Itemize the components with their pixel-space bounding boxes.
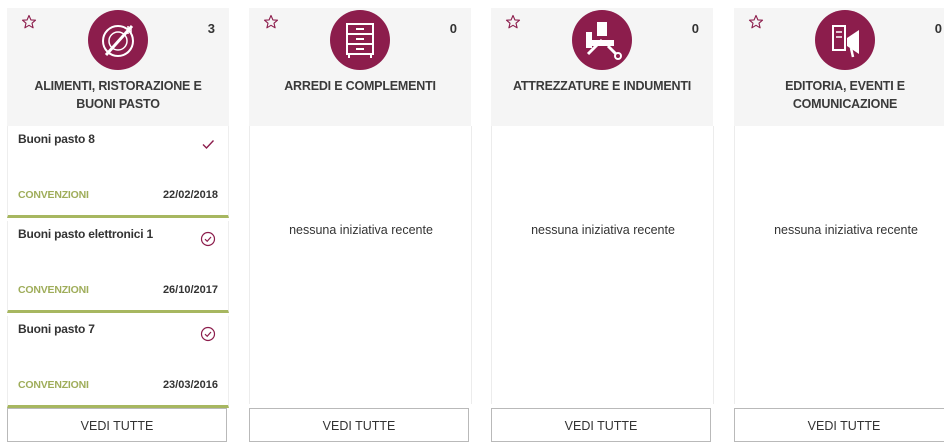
item-date: 26/10/2017: [162, 284, 218, 296]
view-all-button[interactable]: VEDI TUTTE: [491, 408, 711, 442]
initiative-list: Buoni pasto 8 CONVENZIONI 22/02/2018 Buo…: [7, 126, 229, 411]
item-date: 23/03/2016: [162, 379, 218, 391]
list-item[interactable]: Buoni pasto elettronici 1 CONVENZIONI 26…: [7, 221, 229, 313]
category-title: ATTREZZATURE E INDUMENTI: [512, 79, 692, 93]
category-card-editoria: 0 EDITORIA, EVENTI E COMUNICAZIONE nessu…: [734, 8, 944, 442]
cabinet-icon: [330, 10, 390, 70]
item-title[interactable]: Buoni pasto 7: [18, 322, 95, 336]
initiative-count: 0: [934, 21, 942, 36]
empty-message: nessuna iniziativa recente: [774, 223, 918, 237]
item-title[interactable]: Buoni pasto 8: [18, 132, 95, 146]
empty-message: nessuna iniziativa recente: [531, 223, 675, 237]
initiative-count: 3: [207, 21, 215, 36]
initiative-count: 0: [449, 21, 457, 36]
circle-check-icon: [200, 326, 216, 342]
list-item[interactable]: Buoni pasto 8 CONVENZIONI 22/02/2018: [7, 126, 229, 218]
empty-message: nessuna iniziativa recente: [289, 223, 433, 237]
star-icon[interactable]: [748, 14, 764, 30]
check-icon: [202, 140, 215, 150]
star-icon[interactable]: [505, 14, 521, 30]
view-all-button[interactable]: VEDI TUTTE: [734, 408, 944, 442]
star-icon[interactable]: [21, 14, 37, 30]
category-title: EDITORIA, EVENTI E COMUNICAZIONE: [785, 79, 905, 111]
item-tag: CONVENZIONI: [18, 284, 89, 296]
item-title[interactable]: Buoni pasto elettronici 1: [18, 227, 153, 241]
card-header: 3 ALIMENTI, RISTORAZIONE E BUONI PASTO: [7, 8, 229, 126]
category-card-arredi: 0 ARREDI E COMPLEMENTI nessuna iniziativ…: [249, 8, 472, 442]
list-item[interactable]: Buoni pasto 7 CONVENZIONI 23/03/2016: [7, 316, 229, 408]
item-date: 22/02/2018: [162, 189, 218, 201]
card-body: nessuna iniziativa recente: [249, 126, 472, 404]
category-card-alimenti: 3 ALIMENTI, RISTORAZIONE E BUONI PASTO B…: [7, 8, 229, 442]
food-plate-icon: [88, 10, 148, 70]
item-tag: CONVENZIONI: [18, 379, 89, 391]
view-all-button[interactable]: VEDI TUTTE: [7, 408, 227, 442]
megaphone-icon: [815, 10, 875, 70]
card-body: nessuna iniziativa recente: [734, 126, 944, 404]
star-icon[interactable]: [263, 14, 279, 30]
card-header: 0 ARREDI E COMPLEMENTI: [249, 8, 471, 126]
tools-icon: [572, 10, 632, 70]
view-all-button[interactable]: VEDI TUTTE: [249, 408, 469, 442]
category-title: ALIMENTI, RISTORAZIONE E BUONI PASTO: [34, 79, 202, 111]
circle-check-icon: [200, 231, 216, 247]
initiative-count: 0: [691, 21, 699, 36]
category-card-attrezzature: 0 ATTREZZATURE E INDUMENTI nessuna inizi…: [491, 8, 714, 442]
category-title: ARREDI E COMPLEMENTI: [284, 79, 436, 93]
card-header: 0 EDITORIA, EVENTI E COMUNICAZIONE: [734, 8, 944, 126]
item-tag: CONVENZIONI: [18, 189, 89, 201]
card-body: nessuna iniziativa recente: [491, 126, 714, 404]
card-header: 0 ATTREZZATURE E INDUMENTI: [491, 8, 713, 126]
